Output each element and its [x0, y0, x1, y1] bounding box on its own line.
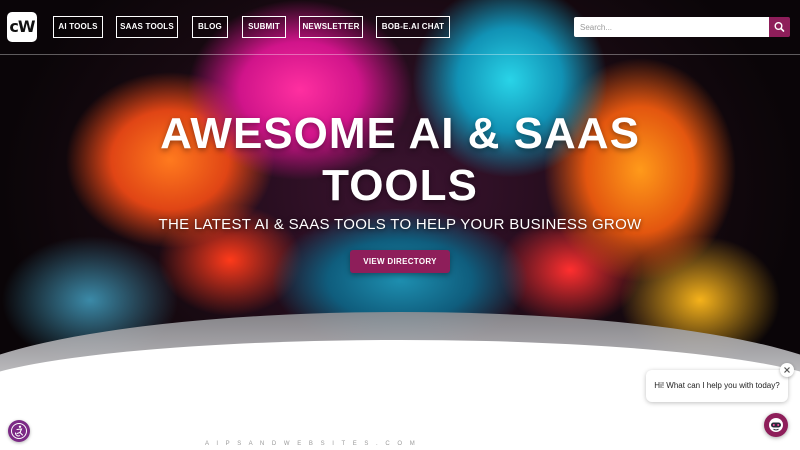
- hero-title: AWESOME AI & SAAS TOOLS: [0, 108, 800, 212]
- site-header: cW AI TOOLS SAAS TOOLS BLOG SUBMIT NEWSL…: [0, 0, 800, 55]
- nav-bob-chat[interactable]: BOB-E.AI CHAT: [376, 16, 450, 38]
- nav-saas-tools[interactable]: SAAS TOOLS: [116, 16, 178, 38]
- close-icon: [784, 367, 790, 373]
- chatbot-icon: [769, 418, 783, 432]
- view-directory-button[interactable]: VIEW DIRECTORY: [350, 250, 450, 273]
- chat-launcher-button[interactable]: [764, 413, 788, 437]
- nav-newsletter[interactable]: NEWSLETTER: [299, 16, 363, 38]
- search-input[interactable]: [574, 17, 769, 37]
- chat-close-button[interactable]: [780, 363, 794, 377]
- nav-submit[interactable]: SUBMIT: [242, 16, 286, 38]
- nav-blog[interactable]: BLOG: [192, 16, 228, 38]
- chat-greeting-bubble[interactable]: Hi! What can I help you with today?: [646, 370, 788, 402]
- nav-ai-tools[interactable]: AI TOOLS: [53, 16, 103, 38]
- accessibility-icon: [11, 423, 27, 439]
- hero-section: AWESOME AI & SAAS TOOLS THE LATEST AI & …: [0, 0, 800, 380]
- hero-title-line2: TOOLS: [322, 161, 478, 210]
- hero-title-line1: AWESOME AI & SAAS: [160, 109, 640, 158]
- search-icon: [774, 21, 785, 32]
- search-button[interactable]: [769, 17, 790, 37]
- accessibility-button[interactable]: [8, 420, 30, 442]
- site-logo[interactable]: cW: [7, 12, 37, 42]
- footer-site-text: A I P S A N D W E B S I T E S . C O M: [205, 441, 418, 447]
- hero-subtitle: THE LATEST AI & SAAS TOOLS TO HELP YOUR …: [158, 216, 642, 233]
